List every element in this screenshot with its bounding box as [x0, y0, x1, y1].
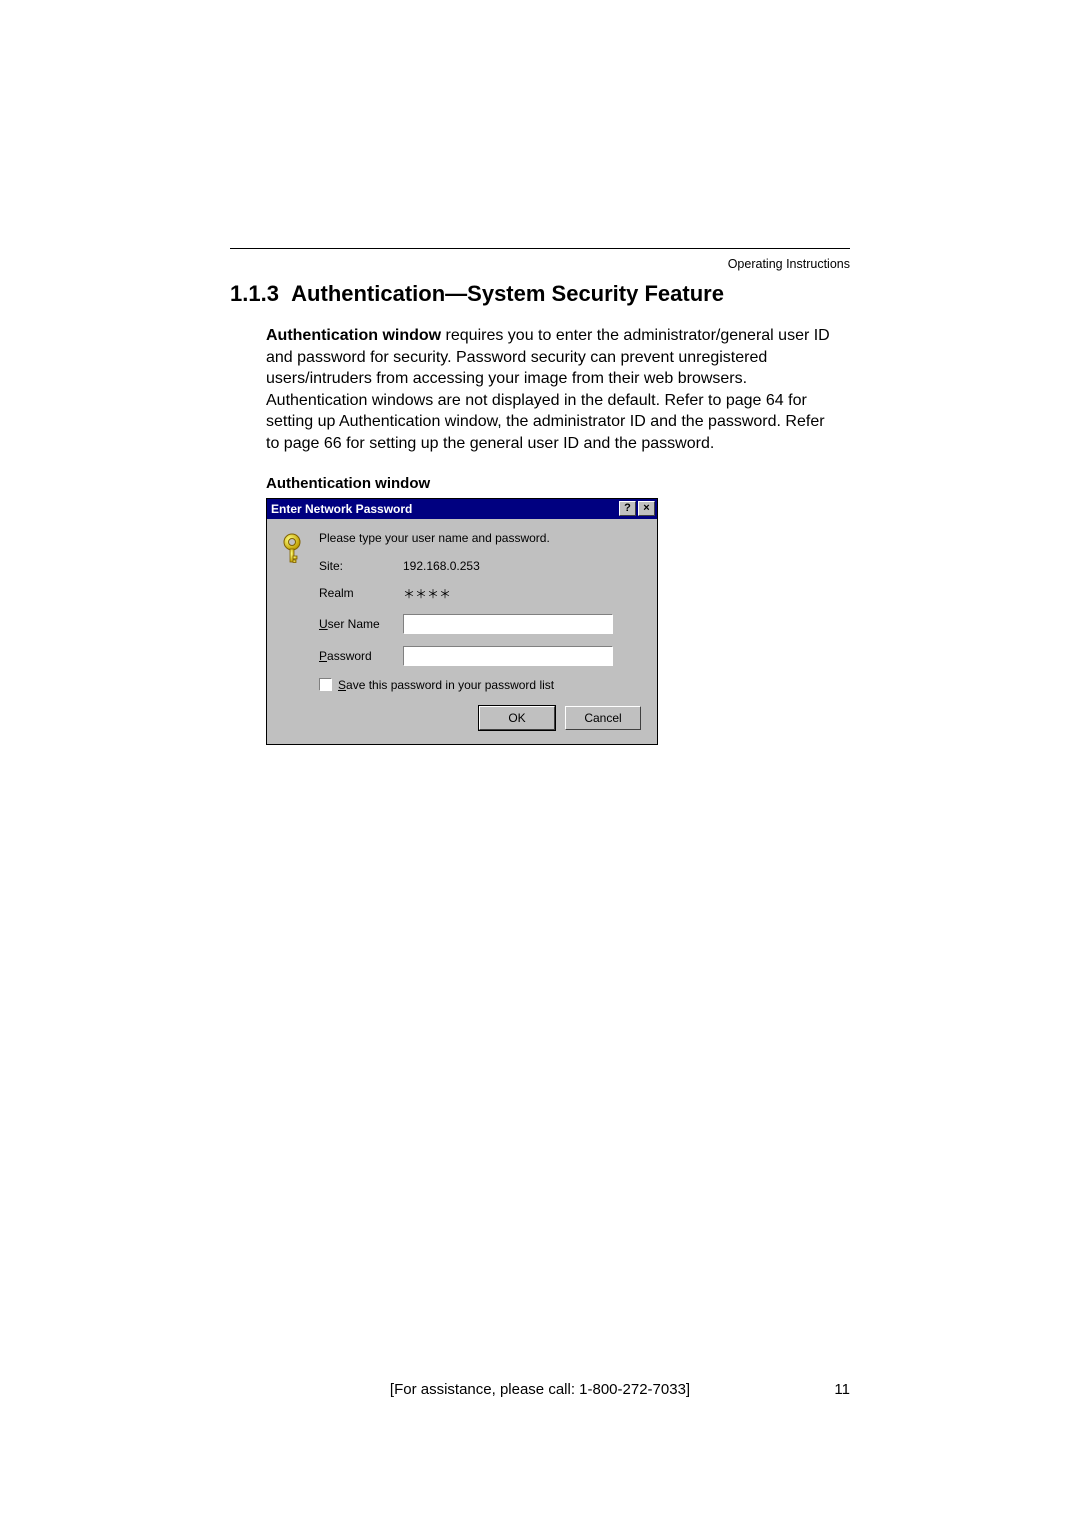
username-input[interactable]: [403, 614, 613, 634]
row-realm: Realm ＊＊＊＊: [319, 585, 645, 602]
body-block: Authentication window requires you to en…: [230, 325, 850, 745]
realm-label: Realm: [319, 586, 403, 600]
key-icon: [279, 531, 313, 565]
page-number: 11: [810, 1381, 850, 1398]
dialog-titlebar: Enter Network Password ? ×: [267, 499, 657, 519]
password-label-mnemonic: P: [319, 649, 327, 663]
running-header: Operating Instructions: [230, 257, 850, 271]
subheading: Authentication window: [266, 475, 840, 492]
password-label-rest: assword: [327, 649, 372, 663]
ok-button[interactable]: OK: [479, 706, 555, 730]
save-password-label: Save this password in your password list: [338, 678, 554, 692]
dialog-prompt: Please type your user name and password.: [319, 531, 645, 545]
username-label-rest: ser Name: [328, 617, 380, 631]
section-title: 1.1.3 Authentication—System Security Fea…: [230, 281, 850, 307]
cancel-button[interactable]: Cancel: [565, 706, 641, 730]
footer-pad: [230, 1381, 270, 1398]
body-rest: requires you to enter the administrator/…: [266, 327, 830, 452]
row-password: Password: [319, 646, 645, 666]
save-password-mnemonic: S: [338, 678, 346, 692]
page-footer: [For assistance, please call: 1-800-272-…: [230, 1381, 850, 1398]
save-password-checkbox[interactable]: [319, 678, 332, 691]
footer-assistance: [For assistance, please call: 1-800-272-…: [270, 1381, 810, 1398]
dialog-fields: Please type your user name and password.…: [319, 531, 645, 730]
section-number: 1.1.3: [230, 281, 279, 306]
body-paragraph: Authentication window requires you to en…: [266, 325, 840, 455]
document-page: Operating Instructions 1.1.3 Authenticat…: [0, 0, 1080, 1528]
password-input[interactable]: [403, 646, 613, 666]
row-save-password: Save this password in your password list: [319, 678, 645, 692]
save-password-rest: ave this password in your password list: [346, 678, 554, 692]
section-heading: Authentication—System Security Feature: [291, 281, 724, 306]
dialog-title-text: Enter Network Password: [271, 502, 619, 516]
row-username: User Name: [319, 614, 645, 634]
header-rule: [230, 248, 850, 249]
help-icon[interactable]: ?: [619, 501, 636, 516]
site-value: 192.168.0.253: [403, 559, 645, 573]
dialog-button-row: OK Cancel: [319, 706, 645, 730]
password-label: Password: [319, 649, 403, 663]
row-site: Site: 192.168.0.253: [319, 559, 645, 573]
auth-dialog: Enter Network Password ? ×: [266, 498, 658, 745]
site-label: Site:: [319, 559, 403, 573]
username-label: User Name: [319, 617, 403, 631]
dialog-body: Please type your user name and password.…: [267, 519, 657, 744]
username-label-mnemonic: U: [319, 617, 328, 631]
realm-value: ＊＊＊＊: [403, 585, 645, 602]
body-lead-bold: Authentication window: [266, 327, 441, 344]
close-icon[interactable]: ×: [638, 501, 655, 516]
